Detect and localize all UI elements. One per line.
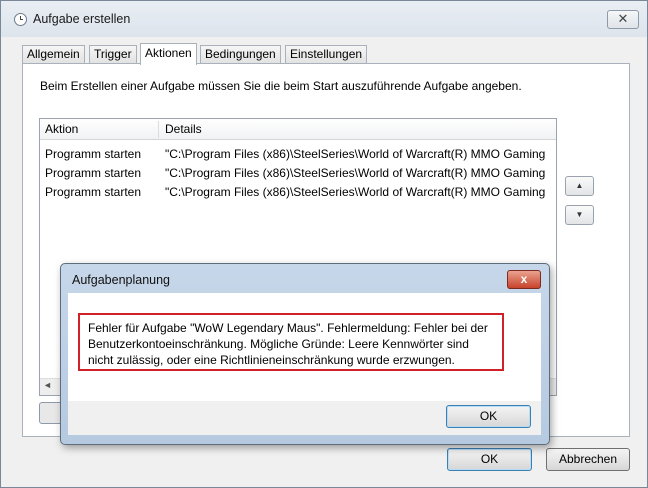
error-message-box: Fehler für Aufgabe "WoW Legendary Maus".…	[78, 313, 504, 371]
move-down-button[interactable]: ▼	[565, 205, 594, 225]
move-up-button[interactable]: ▲	[565, 176, 594, 196]
window-close-button[interactable]: ✕	[607, 10, 639, 29]
background-text-fragment	[58, 481, 618, 488]
column-header-details[interactable]: Details	[165, 122, 202, 136]
clock-icon	[14, 13, 27, 26]
row-details: "C:\Program Files (x86)\SteelSeries\Worl…	[165, 147, 546, 161]
cancel-button[interactable]: Abbrechen	[546, 448, 630, 471]
panel-description: Beim Erstellen einer Aufgabe müssen Sie …	[40, 79, 522, 93]
tab-einstellungen[interactable]: Einstellungen	[285, 45, 368, 63]
tab-trigger[interactable]: Trigger	[89, 45, 137, 63]
table-row[interactable]: Programm starten "C:\Program Files (x86)…	[40, 183, 556, 202]
tab-bedingungen[interactable]: Bedingungen	[200, 45, 281, 63]
table-row[interactable]: Programm starten "C:\Program Files (x86)…	[40, 164, 556, 183]
dialog-ok-button[interactable]: OK	[446, 405, 531, 428]
row-action: Programm starten	[45, 147, 142, 161]
tab-aktionen[interactable]: Aktionen	[140, 43, 197, 65]
error-message: Fehler für Aufgabe "WoW Legendary Maus".…	[88, 321, 488, 367]
column-header-aktion[interactable]: Aktion	[45, 122, 78, 136]
row-details: "C:\Program Files (x86)\SteelSeries\Worl…	[165, 166, 546, 180]
table-row[interactable]: Programm starten "C:\Program Files (x86)…	[40, 145, 556, 164]
row-details: "C:\Program Files (x86)\SteelSeries\Worl…	[165, 185, 546, 199]
dialog-body: Fehler für Aufgabe "WoW Legendary Maus".…	[68, 293, 541, 401]
column-divider[interactable]	[158, 121, 159, 138]
dialog-close-button[interactable]: x	[507, 270, 541, 289]
window-title: Aufgabe erstellen	[33, 12, 131, 26]
row-action: Programm starten	[45, 185, 142, 199]
title-bar: Aufgabe erstellen ✕	[1, 1, 647, 37]
error-dialog: Aufgabenplanung x Fehler für Aufgabe "Wo…	[60, 263, 550, 445]
ok-button[interactable]: OK	[447, 448, 532, 471]
dialog-footer: OK	[68, 401, 541, 435]
dialog-title: Aufgabenplanung	[72, 273, 171, 287]
scroll-left-icon[interactable]: ◄	[43, 380, 52, 390]
list-header: Aktion Details	[40, 119, 556, 140]
tab-allgemein[interactable]: Allgemein	[22, 45, 85, 63]
row-action: Programm starten	[45, 166, 142, 180]
